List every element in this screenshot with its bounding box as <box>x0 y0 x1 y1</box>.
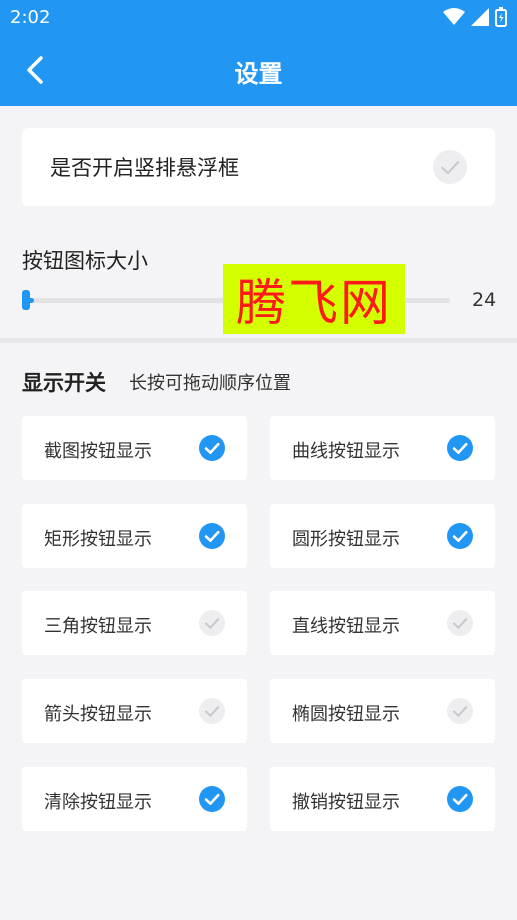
unchecked-icon <box>447 610 473 636</box>
watermark: 腾飞网 <box>223 264 405 334</box>
display-switches-hint: 长按可拖动顺序位置 <box>129 373 291 394</box>
switch-item-clear[interactable]: 清除按钮显示 <box>22 767 247 831</box>
section-divider <box>0 338 517 343</box>
switch-checkbox[interactable] <box>199 698 225 728</box>
watermark-text: 腾飞网 <box>236 274 392 332</box>
switch-label: 椭圆按钮显示 <box>292 704 400 725</box>
switch-item-triangle[interactable]: 三角按钮显示 <box>22 591 247 655</box>
icon-size-value: 24 <box>472 289 497 311</box>
checked-icon <box>447 523 473 549</box>
switch-item-undo[interactable]: 撤销按钮显示 <box>270 767 495 831</box>
switch-checkbox[interactable] <box>199 786 225 816</box>
status-time: 2:02 <box>10 7 51 28</box>
switch-item-curve[interactable]: 曲线按钮显示 <box>270 416 495 480</box>
checked-icon <box>447 435 473 461</box>
checked-icon <box>199 786 225 812</box>
switch-item-screenshot[interactable]: 截图按钮显示 <box>22 416 247 480</box>
page-title: 设置 <box>234 60 283 88</box>
switch-checkbox[interactable] <box>447 523 473 553</box>
display-switches-title: 显示开关 <box>22 371 106 395</box>
switch-checkbox[interactable] <box>199 610 225 640</box>
floating-window-label: 是否开启竖排悬浮框 <box>50 156 239 180</box>
checked-icon <box>199 523 225 549</box>
unchecked-icon <box>199 698 225 724</box>
switch-item-rectangle[interactable]: 矩形按钮显示 <box>22 504 247 568</box>
switch-checkbox[interactable] <box>447 610 473 640</box>
floating-window-checkbox[interactable] <box>433 150 467 188</box>
unchecked-icon <box>433 150 467 184</box>
app-bar: 设置 <box>0 34 517 106</box>
switch-item-circle[interactable]: 圆形按钮显示 <box>270 504 495 568</box>
unchecked-icon <box>447 698 473 724</box>
switch-label: 截图按钮显示 <box>44 441 152 462</box>
switch-checkbox[interactable] <box>447 698 473 728</box>
floating-window-setting[interactable]: 是否开启竖排悬浮框 <box>22 128 495 206</box>
signal-icon <box>471 8 489 26</box>
switch-item-line[interactable]: 直线按钮显示 <box>270 591 495 655</box>
switch-checkbox[interactable] <box>447 435 473 465</box>
switch-label: 曲线按钮显示 <box>292 441 400 462</box>
switch-item-ellipse[interactable]: 椭圆按钮显示 <box>270 679 495 743</box>
switch-checkbox[interactable] <box>199 435 225 465</box>
checked-icon <box>199 435 225 461</box>
switch-label: 三角按钮显示 <box>44 616 152 637</box>
switch-checkbox[interactable] <box>447 786 473 816</box>
checked-icon <box>447 786 473 812</box>
switch-label: 箭头按钮显示 <box>44 704 152 725</box>
icon-size-label: 按钮图标大小 <box>22 249 148 273</box>
status-icons <box>443 7 507 27</box>
battery-icon <box>495 7 507 27</box>
status-bar: 2:02 <box>0 0 517 34</box>
wifi-icon <box>443 8 465 25</box>
switch-label: 矩形按钮显示 <box>44 529 152 550</box>
switch-checkbox[interactable] <box>199 523 225 553</box>
switch-label: 直线按钮显示 <box>292 616 400 637</box>
switch-label: 圆形按钮显示 <box>292 529 400 550</box>
switch-label: 清除按钮显示 <box>44 792 152 813</box>
switch-item-arrow[interactable]: 箭头按钮显示 <box>22 679 247 743</box>
unchecked-icon <box>199 610 225 636</box>
switch-label: 撤销按钮显示 <box>292 792 400 813</box>
icon-size-slider-thumb[interactable] <box>22 290 30 310</box>
